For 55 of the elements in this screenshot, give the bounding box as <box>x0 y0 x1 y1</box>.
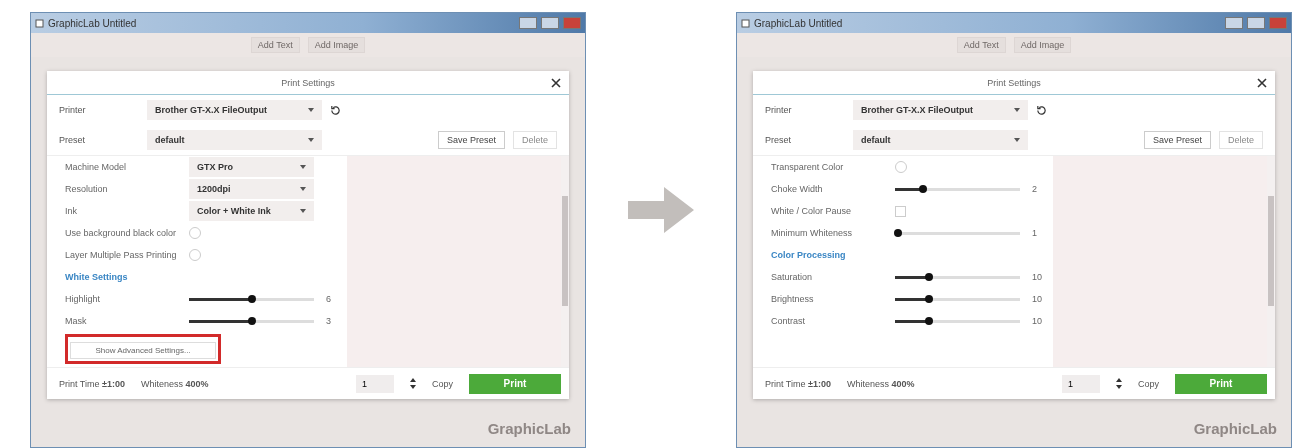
window-title: GraphicLab Untitled <box>754 17 844 29</box>
app-logo: GraphicLab <box>487 420 571 437</box>
setting-label: Layer Multiple Pass Printing <box>65 250 178 260</box>
dropdown[interactable]: Brother GT-X.X FileOutput <box>147 100 322 120</box>
dropdown[interactable]: Brother GT-X.X FileOutput <box>853 100 1028 120</box>
setting-label: Minimum Whiteness <box>771 228 854 238</box>
setting-label: Machine Model <box>65 162 128 172</box>
setting-label: Highlight <box>65 294 102 304</box>
setting-label: Choke Width <box>771 184 824 194</box>
section-heading: Color Processing <box>771 250 846 260</box>
toolbar-button[interactable]: Add Text <box>956 37 1006 53</box>
setting-label: Resolution <box>65 184 109 194</box>
slider-value: 3 <box>326 316 331 326</box>
toolbar-button[interactable]: Add Text <box>250 37 300 53</box>
slider-value: 2 <box>1032 184 1037 194</box>
setting-label: Transparent Color <box>771 162 845 172</box>
print-time: Print Time ±1:00 <box>59 378 125 389</box>
setting-label: Use background black color <box>65 228 178 238</box>
setting-dropdown[interactable]: GTX Pro <box>189 157 314 177</box>
app-logo: GraphicLab <box>1193 420 1277 437</box>
setting-label: Ink <box>65 206 78 216</box>
preset-button[interactable]: Save Preset <box>1143 131 1211 149</box>
section-heading: White Settings <box>65 272 128 282</box>
copy-label: Copy <box>1138 378 1159 389</box>
setting-label: Mask <box>65 316 88 326</box>
field-label: Preset <box>765 135 792 145</box>
slider-value: 6 <box>326 294 331 304</box>
toolbar-button[interactable]: Add Image <box>307 37 366 53</box>
field-label: Printer <box>59 105 87 115</box>
print-time: Print Time ±1:00 <box>765 378 831 389</box>
dialog-title: Print Settings <box>987 77 1041 88</box>
field-label: Preset <box>59 135 86 145</box>
whiteness: Whiteness 400% <box>140 378 209 389</box>
advanced-settings-button[interactable]: Show Advanced Settings... <box>70 342 216 359</box>
copies-field[interactable]: 1 <box>356 374 394 393</box>
setting-label: Saturation <box>771 272 814 282</box>
copies-field[interactable]: 1 <box>1062 374 1100 393</box>
setting-dropdown[interactable]: 1200dpi <box>189 179 314 199</box>
field-label: Printer <box>765 105 793 115</box>
toolbar-button[interactable]: Add Image <box>1013 37 1072 53</box>
whiteness: Whiteness 400% <box>846 378 915 389</box>
dropdown[interactable]: default <box>147 130 322 150</box>
dropdown[interactable]: default <box>853 130 1028 150</box>
slider-value: 10 <box>1032 316 1042 326</box>
preset-button[interactable]: Save Preset <box>437 131 505 149</box>
setting-dropdown[interactable]: Color + White Ink <box>189 201 314 221</box>
setting-label: Contrast <box>771 316 806 326</box>
slider-value: 10 <box>1032 272 1042 282</box>
setting-label: White / Color Pause <box>771 206 853 216</box>
copy-label: Copy <box>432 378 453 389</box>
window-title: GraphicLab Untitled <box>48 17 138 29</box>
dialog-title: Print Settings <box>281 77 335 88</box>
slider-value: 10 <box>1032 294 1042 304</box>
setting-label: Brightness <box>771 294 815 304</box>
slider-value: 1 <box>1032 228 1037 238</box>
